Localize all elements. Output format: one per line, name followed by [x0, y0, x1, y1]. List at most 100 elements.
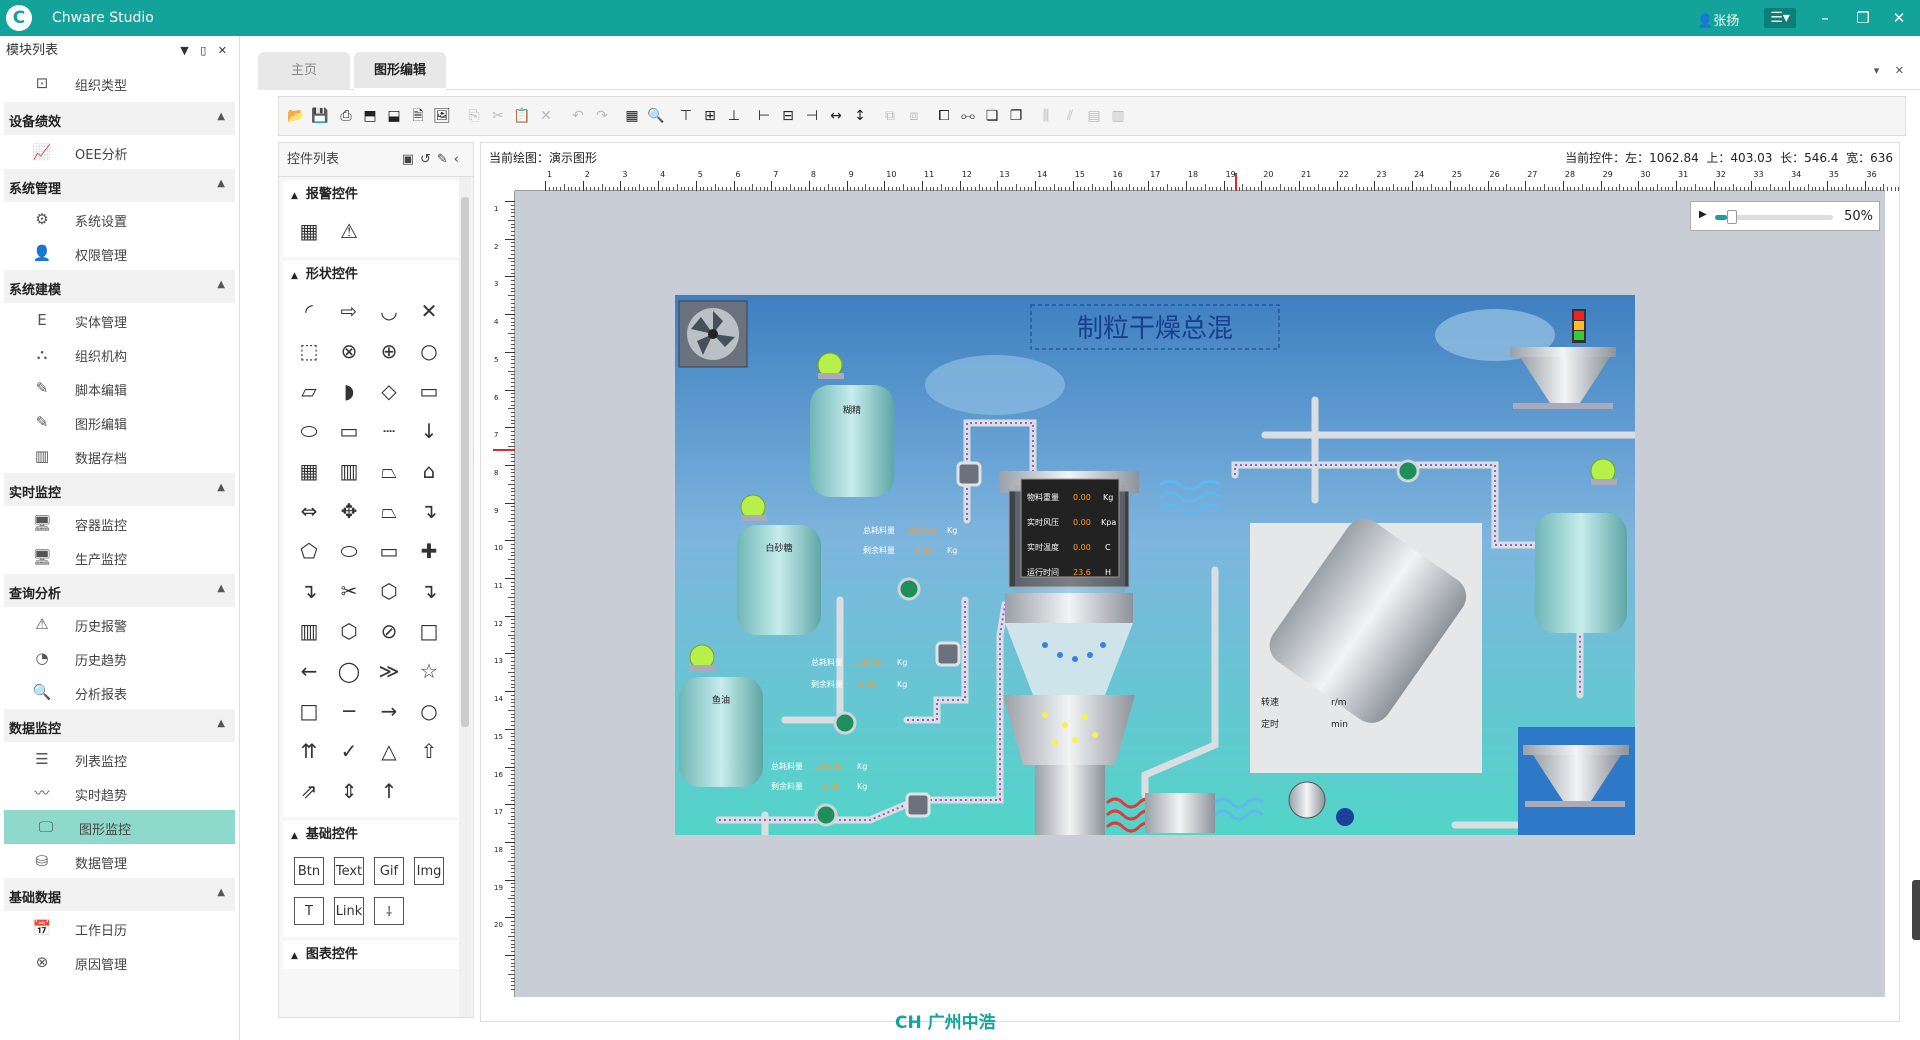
control-palette-item[interactable]: ▥ — [331, 453, 367, 489]
control-palette-item[interactable]: ⊘ — [371, 613, 407, 649]
zoom-icon[interactable]: 🔍 — [645, 105, 667, 127]
nav-group-header[interactable]: 基础数据 ▲ — [4, 878, 235, 911]
collapse-icon[interactable]: ▲ — [217, 178, 225, 189]
control-palette-item[interactable]: ┈ — [371, 413, 407, 449]
side-handle[interactable] — [1912, 880, 1920, 940]
control-palette-item[interactable]: ▭ — [411, 373, 447, 409]
align-top-icon[interactable]: ⊤ — [675, 105, 697, 127]
align-bottom-icon[interactable]: ⊥ — [723, 105, 745, 127]
zoom-control[interactable]: ▶ 50% — [1690, 201, 1880, 231]
control-palette-item[interactable]: ▦ — [291, 213, 327, 249]
redo-icon[interactable]: ↷ — [591, 105, 613, 127]
sidebar-item-org-tree[interactable]: ⛬ 组织机构 — [0, 337, 239, 371]
control-palette-item[interactable]: ◡ — [371, 293, 407, 329]
file-image-icon[interactable]: 🗎 — [407, 105, 429, 127]
control-palette-item[interactable]: ◯ — [331, 653, 367, 689]
group-icon[interactable]: ⧉ — [879, 105, 901, 127]
sidebar-item-reason[interactable]: ⊗ 原因管理 — [0, 945, 239, 979]
align-center-icon[interactable]: ⊟ — [777, 105, 799, 127]
main-menu-button[interactable]: ☰▾ — [1764, 8, 1796, 28]
control-palette-item[interactable]: Text — [331, 853, 367, 889]
control-palette-item[interactable]: ◜ — [291, 293, 327, 329]
send-backward-icon[interactable]: ❐ — [1005, 105, 1027, 127]
control-palette-item[interactable]: ⬡ — [331, 613, 367, 649]
control-palette-item[interactable]: ⊗ — [331, 333, 367, 369]
control-palette-item[interactable]: ✓ — [331, 733, 367, 769]
align-left-icon[interactable]: ⊢ — [753, 105, 775, 127]
control-palette-item[interactable]: ⬡ — [371, 573, 407, 609]
collapse-icon[interactable]: ▲ — [217, 887, 225, 898]
process-graphic[interactable]: 制粒干燥总混 糊精 总耗料量 100.00 Kg 剩余料量 0.00 Kg 白砂… — [675, 295, 1635, 835]
control-section-header[interactable]: ▲ 基础控件 — [283, 821, 467, 849]
control-palette-item[interactable]: ⌂ — [411, 453, 447, 489]
drawing-canvas[interactable]: ▶ 50% 制粒干燥总混 糊精 总耗料量 100.00 Kg 剩余料量 0.00… — [515, 191, 1885, 997]
minimize-button[interactable]: – — [1810, 6, 1840, 30]
nav-group-header[interactable]: 实时监控 ▲ — [4, 473, 235, 506]
sidebar-item-history-alarm[interactable]: ⚠ 历史报警 — [0, 607, 239, 641]
control-palette-item[interactable]: → — [371, 693, 407, 729]
nav-group-header[interactable]: 设备绩效 ▲ — [4, 102, 235, 135]
image-icon[interactable]: 🖼 — [431, 105, 453, 127]
control-palette-item[interactable]: ⇕ — [331, 773, 367, 809]
control-palette-item[interactable]: ☆ — [411, 653, 447, 689]
control-palette-item[interactable]: ↴ — [411, 573, 447, 609]
control-palette-item[interactable]: ⬭ — [331, 533, 367, 569]
copy-icon[interactable]: ⎘ — [463, 105, 485, 127]
sidebar-item-archive[interactable]: ▥ 数据存档 — [0, 439, 239, 473]
distribute-h-icon[interactable]: ⫼ — [1035, 105, 1057, 127]
sidebar-item-graphic-monitor[interactable]: 🖵 图形监控 — [4, 810, 235, 844]
control-palette-item[interactable]: ✕ — [411, 293, 447, 329]
same-width-icon[interactable]: ↔ — [825, 105, 847, 127]
collapse-icon[interactable]: ▲ — [217, 279, 225, 290]
control-palette-item[interactable]: ⚠ — [331, 213, 367, 249]
control-palette-item[interactable]: ○ — [411, 333, 447, 369]
tab-home[interactable]: 主页 — [258, 52, 350, 90]
control-palette-item[interactable]: △ — [371, 733, 407, 769]
sidebar-item-production-monitor[interactable]: 🖥 生产监控 — [0, 540, 239, 574]
control-list-tools[interactable]: ▣↺✎‹ — [402, 143, 465, 177]
play-icon[interactable]: ▶ — [1699, 209, 1707, 220]
sidebar-item-list-monitor[interactable]: ☰ 列表监控 — [0, 742, 239, 776]
control-palette-item[interactable]: ⬭ — [291, 413, 327, 449]
control-palette-item[interactable]: ▭ — [331, 413, 367, 449]
control-palette-item[interactable]: ✚ — [411, 533, 447, 569]
export-icon[interactable]: ⬒ — [359, 105, 381, 127]
control-palette-item[interactable]: ⏢ — [371, 453, 407, 489]
sidebar-item-calendar[interactable]: 📅 工作日历 — [0, 911, 239, 945]
control-palette-item[interactable]: ⇗ — [291, 773, 327, 809]
delete-icon[interactable]: ✕ — [535, 105, 557, 127]
collapse-icon[interactable]: ▲ — [217, 111, 225, 122]
nav-group-header[interactable]: 查询分析 ▲ — [4, 574, 235, 607]
sidebar-item-user-key[interactable]: 👤 权限管理 — [0, 236, 239, 270]
print-icon[interactable]: ⎙ — [335, 105, 357, 127]
control-palette-item[interactable]: ▱ — [291, 373, 327, 409]
distribute-v-icon[interactable]: ⫽ — [1059, 105, 1081, 127]
paste-icon[interactable]: 📋 — [511, 105, 533, 127]
lock-icon[interactable]: ▤ — [1083, 105, 1105, 127]
open-icon[interactable]: 📂 — [285, 105, 307, 127]
control-palette-item[interactable]: ↓ — [411, 413, 447, 449]
control-palette-item[interactable]: ← — [291, 653, 327, 689]
control-palette-item[interactable]: ↴ — [411, 493, 447, 529]
control-palette-item[interactable]: ▭ — [371, 533, 407, 569]
undo-icon[interactable]: ↶ — [567, 105, 589, 127]
control-palette-item[interactable]: Btn — [291, 853, 327, 889]
collapse-icon[interactable]: ▲ — [217, 482, 225, 493]
nav-group-header[interactable]: 数据监控 ▲ — [4, 709, 235, 742]
control-palette-item[interactable]: ↴ — [291, 573, 327, 609]
grid-icon[interactable]: ▦ — [621, 105, 643, 127]
control-palette-item[interactable]: ─ — [331, 693, 367, 729]
align-right-icon[interactable]: ⊣ — [801, 105, 823, 127]
bring-front-icon[interactable]: ⧠ — [933, 105, 955, 127]
control-palette-item[interactable]: ≫ — [371, 653, 407, 689]
control-palette-item[interactable]: ⇔ — [291, 493, 327, 529]
nav-group-header[interactable]: 系统管理 ▲ — [4, 169, 235, 202]
control-palette-item[interactable]: ⇨ — [331, 293, 367, 329]
control-palette-item[interactable]: ⬠ — [291, 533, 327, 569]
collapse-icon[interactable]: ▲ — [217, 583, 225, 594]
control-section-header[interactable]: ▲ 图表控件 — [283, 941, 467, 969]
user-name[interactable]: 👤张扬 — [1697, 10, 1739, 29]
control-list-scrollbar[interactable] — [459, 177, 471, 1017]
bring-forward-icon[interactable]: ❏ — [981, 105, 1003, 127]
control-palette-item[interactable]: ↑ — [371, 773, 407, 809]
